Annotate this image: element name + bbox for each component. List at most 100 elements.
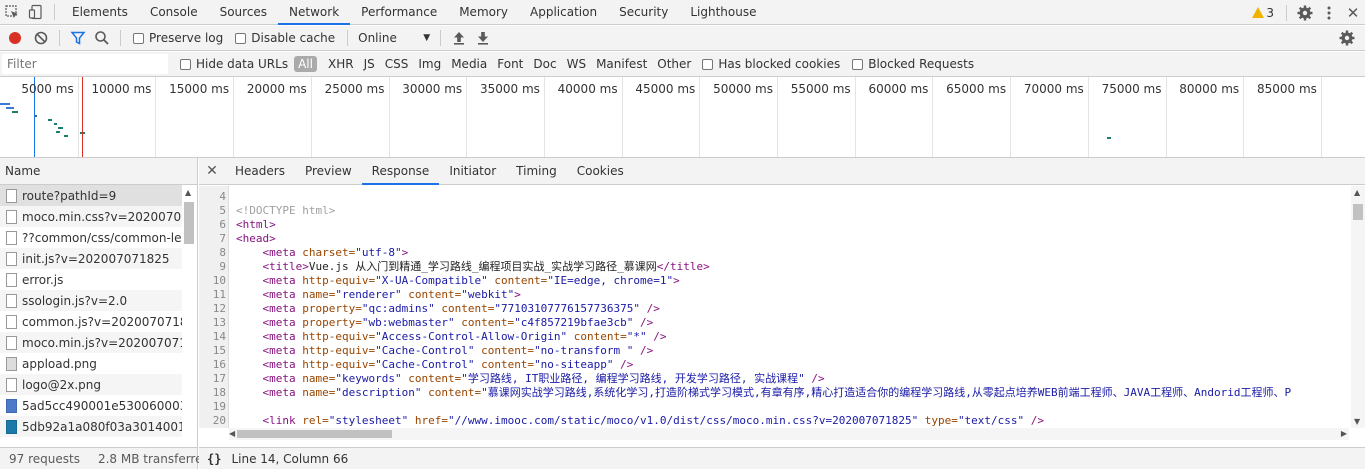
detail-tab-cookies[interactable]: Cookies <box>567 158 634 185</box>
waterfall-bar <box>58 127 63 129</box>
code-token: "description" <box>335 386 422 399</box>
checkbox-box[interactable] <box>235 32 247 44</box>
scroll-right-arrow-icon[interactable]: ▶ <box>1341 429 1347 438</box>
response-horizontal-scrollbar[interactable]: ◀ ▶ <box>229 428 1349 440</box>
request-row[interactable]: 5db92a1a080f03a301400140.j <box>0 416 182 437</box>
type-filter-css[interactable]: CSS <box>380 57 414 71</box>
panel-tab-sources[interactable]: Sources <box>209 0 278 25</box>
response-source[interactable]: 4 5 <!DOCTYPE html> 6 <html> 7 <head> 8 <meta c… <box>199 186 1349 428</box>
panel-tab-lighthouse[interactable]: Lighthouse <box>679 0 767 25</box>
filter-icon[interactable] <box>66 26 90 50</box>
type-filter-other[interactable]: Other <box>652 57 696 71</box>
scroll-left-arrow-icon[interactable]: ◀ <box>229 429 235 438</box>
search-icon[interactable] <box>90 26 114 50</box>
network-settings-gear-icon[interactable] <box>1335 26 1359 50</box>
detail-tab-response[interactable]: Response <box>361 158 440 185</box>
code-token: http-equiv= <box>302 344 376 357</box>
scroll-thumb[interactable] <box>184 202 194 244</box>
request-row[interactable]: common.js?v=202007071825 <box>0 311 182 332</box>
request-list-scrollbar[interactable]: ▲ <box>183 188 195 446</box>
scroll-up-arrow-icon[interactable]: ▲ <box>1354 188 1360 197</box>
timeline-tick-label: 75000 ms <box>1101 82 1162 96</box>
checkbox-box[interactable] <box>702 58 714 70</box>
detail-tab-preview[interactable]: Preview <box>295 158 362 185</box>
settings-gear-icon[interactable] <box>1293 1 1317 25</box>
checkbox-box[interactable] <box>852 58 864 70</box>
detail-tab-headers[interactable]: Headers <box>225 158 295 185</box>
type-filter-font[interactable]: Font <box>492 57 528 71</box>
disable-cache-checkbox[interactable]: Disable cache <box>235 31 335 45</box>
code-token: "77103107776157736375" <box>494 302 641 315</box>
type-filter-all[interactable]: All <box>294 56 317 72</box>
blocked-requests-checkbox[interactable]: Blocked Requests <box>852 57 974 71</box>
panel-tab-network[interactable]: Network <box>278 0 351 25</box>
record-icon[interactable] <box>9 32 21 44</box>
preserve-log-checkbox[interactable]: Preserve log <box>133 31 223 45</box>
request-row[interactable]: route?pathId=9 <box>0 185 182 206</box>
scroll-up-arrow-icon[interactable]: ▲ <box>185 188 191 197</box>
detail-tab-timing[interactable]: Timing <box>506 158 567 185</box>
request-name: route?pathId=9 <box>22 188 117 203</box>
response-vertical-scrollbar[interactable]: ▲ ▼ <box>1351 186 1365 428</box>
request-row[interactable]: ssologin.js?v=2.0 <box>0 290 182 311</box>
timeline-tick-label: 50000 ms <box>713 82 773 96</box>
request-row[interactable]: init.js?v=202007071825 <box>0 248 182 269</box>
request-row[interactable]: logo@2x.png <box>0 374 182 395</box>
type-filter-xhr[interactable]: XHR <box>323 57 359 71</box>
scroll-thumb[interactable] <box>1353 204 1363 220</box>
disable-cache-label: Disable cache <box>251 31 336 45</box>
timeline-overview[interactable]: 5000 ms 10000 ms 15000 ms 20000 ms 25000 ms 3… <box>0 77 1365 158</box>
request-row[interactable]: appload.png <box>0 353 182 374</box>
code-token: name= <box>302 372 336 385</box>
export-har-icon[interactable] <box>471 26 495 50</box>
pretty-print-icon[interactable]: {} <box>207 452 221 466</box>
request-row[interactable]: error.js <box>0 269 182 290</box>
import-har-icon[interactable] <box>447 26 471 50</box>
request-row[interactable]: 5ad5cc490001e53006000338.j <box>0 395 182 416</box>
device-toolbar-icon[interactable] <box>24 0 48 24</box>
code-token: <meta <box>262 344 303 357</box>
panel-tab-security[interactable]: Security <box>608 0 679 25</box>
type-filter-js[interactable]: JS <box>359 57 380 71</box>
close-devtools-icon[interactable]: ✕ <box>1341 1 1365 25</box>
throttling-select[interactable]: Online ▼ <box>354 31 434 45</box>
request-row[interactable]: moco.min.js?v=202007071825 <box>0 332 182 353</box>
name-column-header[interactable]: Name <box>0 158 197 185</box>
throttling-value: Online <box>358 31 397 45</box>
checkbox-box[interactable] <box>180 58 191 70</box>
code-token: "text/css" <box>957 414 1025 427</box>
more-options-icon[interactable] <box>1317 1 1341 25</box>
clear-icon[interactable] <box>29 26 53 50</box>
has-blocked-cookies-label: Has blocked cookies <box>718 57 841 71</box>
preserve-log-label: Preserve log <box>149 31 224 45</box>
warnings-badge[interactable]: 3 <box>1252 6 1274 20</box>
filter-input[interactable] <box>2 54 168 74</box>
timeline-tick-label: 25000 ms <box>324 82 385 96</box>
panel-tab-memory[interactable]: Memory <box>448 0 519 25</box>
code-token: content= <box>434 302 495 315</box>
type-filter-ws[interactable]: WS <box>562 57 591 71</box>
checkbox-box[interactable] <box>133 32 144 44</box>
panel-tab-application[interactable]: Application <box>519 0 608 25</box>
hide-data-urls-checkbox[interactable]: Hide data URLs <box>180 57 288 71</box>
type-filter-manifest[interactable]: Manifest <box>591 57 652 71</box>
detail-tab-initiator[interactable]: Initiator <box>439 158 506 185</box>
request-name: 5ad5cc490001e53006000338.j <box>22 398 182 413</box>
type-filter-img[interactable]: Img <box>413 57 446 71</box>
scroll-thumb[interactable] <box>237 430 392 438</box>
details-tabbar: ✕ Headers Preview Response Initiator Timing C… <box>199 158 1365 185</box>
panel-tab-performance[interactable]: Performance <box>350 0 448 25</box>
has-blocked-cookies-checkbox[interactable]: Has blocked cookies <box>702 57 840 71</box>
type-filter-media[interactable]: Media <box>446 57 492 71</box>
scroll-down-arrow-icon[interactable]: ▼ <box>1354 417 1360 426</box>
file-icon <box>6 335 17 350</box>
request-row[interactable]: ??common/css/common-less. <box>0 227 182 248</box>
request-row[interactable]: moco.min.css?v=2020070718 <box>0 206 182 227</box>
close-details-icon[interactable]: ✕ <box>199 163 225 179</box>
type-filter-doc[interactable]: Doc <box>528 57 561 71</box>
timeline-tick-label: 70000 ms <box>1023 82 1084 96</box>
inspect-element-icon[interactable] <box>0 0 24 24</box>
panel-tab-elements[interactable]: Elements <box>61 0 139 25</box>
code-token: "c4f857219bfae3cb" <box>514 316 634 329</box>
panel-tab-console[interactable]: Console <box>139 0 209 25</box>
